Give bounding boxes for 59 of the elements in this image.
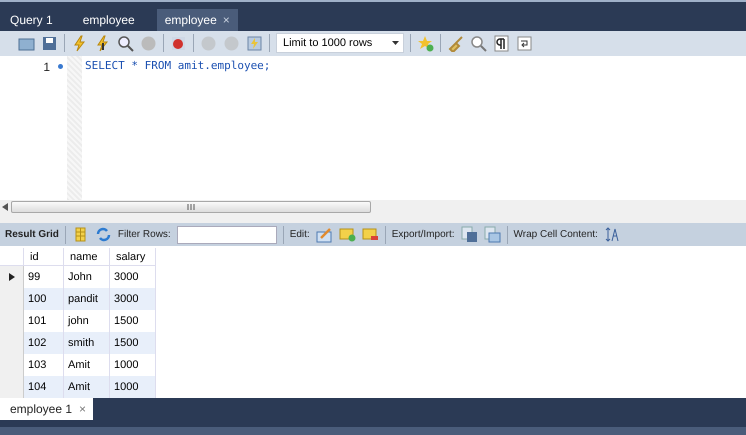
current-row-marker-icon [8, 273, 14, 282]
table-cell: pandit [64, 288, 110, 310]
caret-icon [392, 41, 399, 46]
add-row-icon[interactable] [338, 226, 356, 244]
sql-code-line: SELECT * FROM amit.employee; [85, 58, 270, 74]
edit-label: Edit: [290, 229, 310, 240]
export-import-label: Export/Import: [392, 229, 455, 240]
scrollbar-thumb[interactable] [11, 201, 371, 214]
table-cell: smith [64, 332, 110, 354]
table-cell: 99 [24, 266, 64, 288]
broom-icon[interactable] [447, 34, 464, 52]
table-cell: 1500 [110, 310, 156, 332]
table-cell: 1000 [110, 376, 156, 398]
magnifier-icon[interactable] [117, 34, 134, 52]
table-cell: 100 [24, 288, 64, 310]
wrap-cell-content-label: Wrap Cell Content: [514, 229, 598, 240]
line-number: 1 [43, 60, 50, 74]
filter-rows-field[interactable] [176, 226, 277, 244]
refresh-icon[interactable] [94, 226, 112, 244]
query-tab[interactable]: employee [74, 8, 143, 31]
table-cell: 1500 [110, 332, 156, 354]
save-icon[interactable] [41, 34, 58, 52]
table-cell: 101 [24, 310, 64, 332]
table-cell: 102 [24, 332, 64, 354]
pilcrow-icon[interactable] [493, 34, 510, 52]
statement-marker-icon [58, 64, 63, 70]
wrap-text-icon[interactable] [604, 226, 621, 244]
filter-rows-label: Filter Rows: [118, 229, 171, 240]
row-header[interactable] [0, 266, 24, 288]
result-grid-label[interactable]: Result Grid [5, 229, 59, 240]
limit-rows-dropdown[interactable]: Limit to 1000 rows [276, 33, 404, 54]
lightning-icon[interactable] [71, 34, 88, 52]
table-cell: Amit [64, 376, 110, 398]
import-folder-icon[interactable] [484, 226, 501, 244]
column-header[interactable]: name [64, 248, 110, 266]
table-cell: 3000 [110, 266, 156, 288]
table-cell: 103 [24, 354, 64, 376]
query-tab[interactable]: employee × [156, 8, 238, 31]
query-tab[interactable]: Query 1 [2, 8, 61, 31]
magnifier-icon[interactable] [470, 34, 487, 52]
close-icon[interactable]: × [79, 402, 86, 416]
table-cell: Amit [64, 354, 110, 376]
wrap-icon[interactable] [516, 34, 533, 52]
close-icon[interactable]: × [222, 12, 230, 27]
table-cell: john [64, 310, 110, 332]
lightning-cursor-icon[interactable] [94, 34, 111, 52]
error-toggle-icon[interactable] [170, 34, 187, 52]
edit-pencil-icon[interactable] [316, 226, 333, 244]
autocommit-icon[interactable] [246, 34, 263, 52]
table-cell: 1000 [110, 354, 156, 376]
table-cell: John [64, 266, 110, 288]
table-cell: 3000 [110, 288, 156, 310]
export-save-icon[interactable] [460, 226, 478, 244]
result-tab[interactable]: employee 1 × [0, 398, 94, 420]
column-header[interactable]: id [24, 248, 64, 266]
star-add-icon[interactable] [417, 34, 434, 52]
scroll-left-icon[interactable] [2, 203, 8, 212]
column-header[interactable]: salary [110, 248, 156, 266]
table-cell: 104 [24, 376, 64, 398]
